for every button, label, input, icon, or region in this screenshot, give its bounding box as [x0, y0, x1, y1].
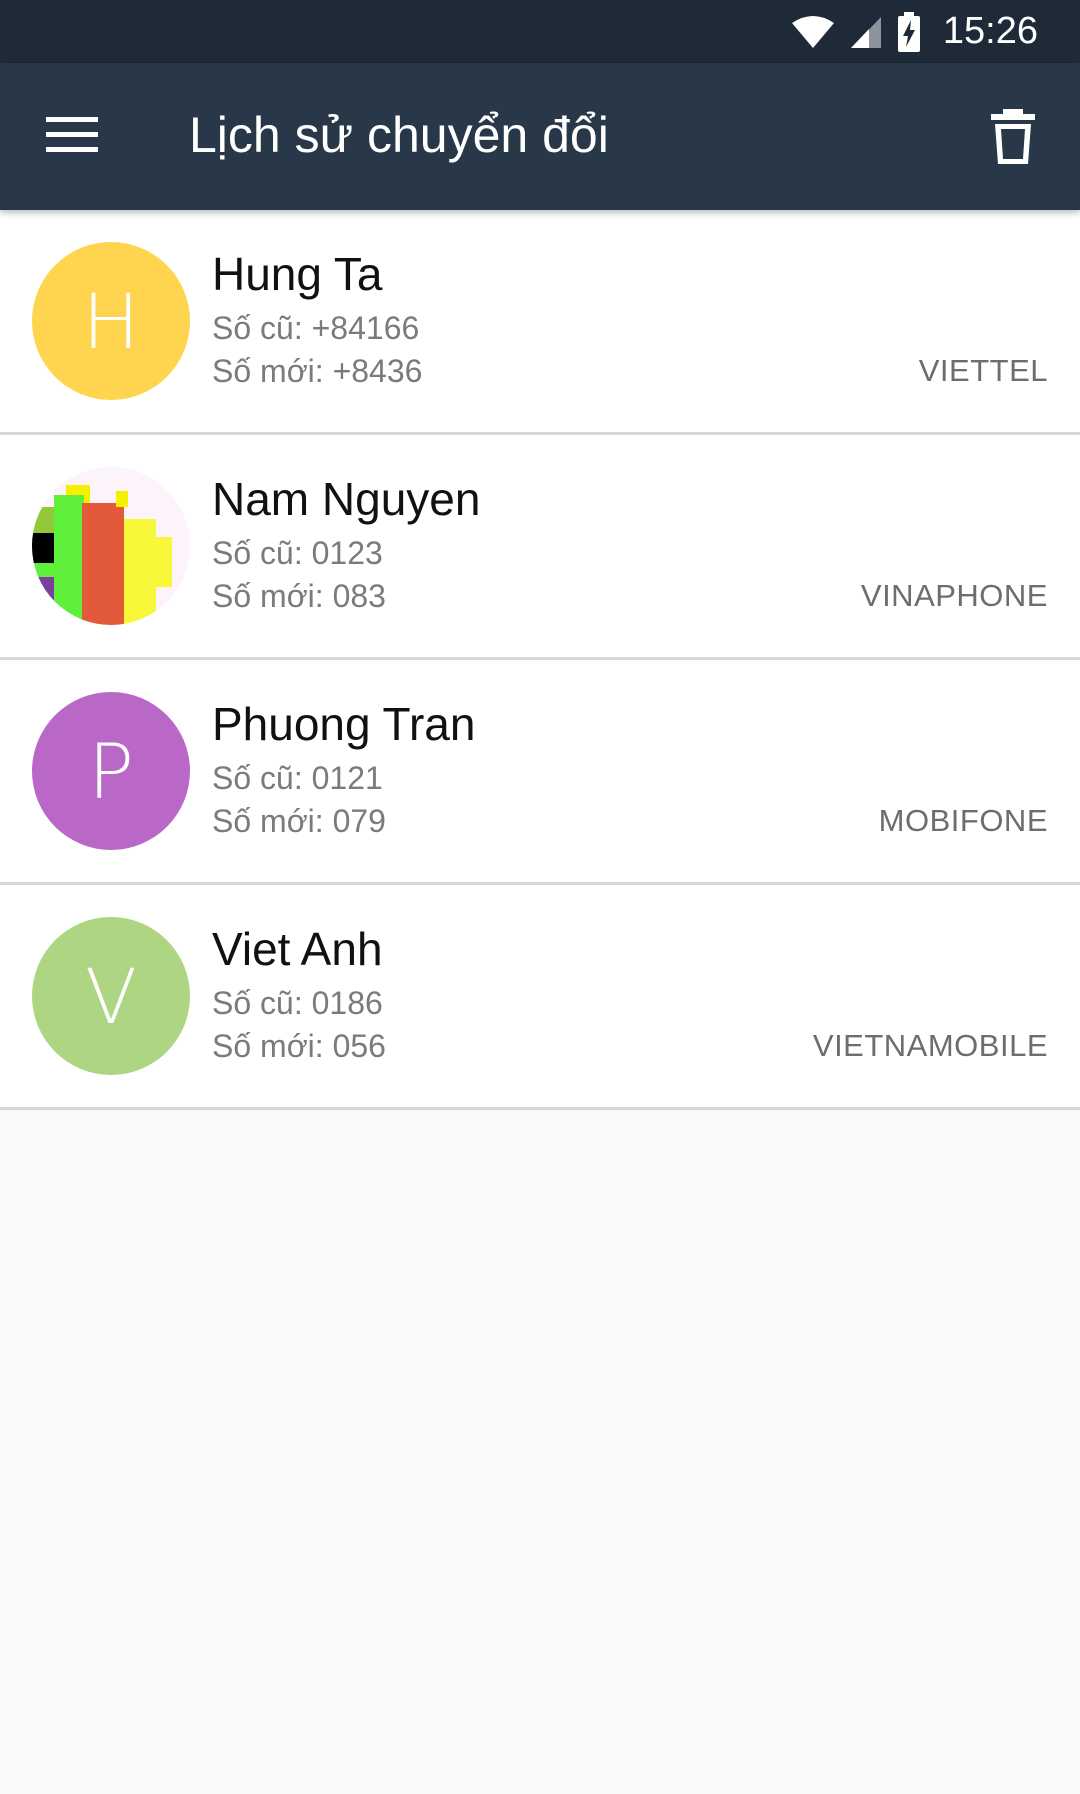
list-item[interactable]: H Hung Ta Số cũ: +84166 Số mới: +8436 VI…: [0, 210, 1080, 435]
carrier-label: MOBIFONE: [878, 803, 1048, 838]
avatar: H: [32, 242, 190, 400]
list-item[interactable]: Nam Nguyen Số cũ: 0123 Số mới: 083 VINAP…: [0, 435, 1080, 660]
conversion-history-list: H Hung Ta Số cũ: +84166 Số mới: +8436 VI…: [0, 210, 1080, 1110]
list-item[interactable]: V Viet Anh Số cũ: 0186 Số mới: 056 VIETN…: [0, 885, 1080, 1110]
new-number: Số mới: 079: [212, 803, 386, 839]
contact-name: Nam Nguyen: [212, 473, 481, 525]
contact-name: Phuong Tran: [212, 698, 476, 750]
status-time: 15:26: [942, 10, 1038, 52]
list-item[interactable]: P Phuong Tran Số cũ: 0121 Số mới: 079 MO…: [0, 660, 1080, 885]
battery-charging-icon: [897, 11, 921, 52]
carrier-label: VIETNAMOBILE: [812, 1028, 1048, 1063]
new-number: Số mới: 083: [212, 578, 386, 614]
contact-name: Viet Anh: [212, 923, 383, 975]
signal-icon: [849, 15, 883, 49]
avatar-initial: V: [85, 951, 137, 1041]
avatar: V: [32, 917, 190, 1075]
old-number: Số cũ: 0123: [212, 535, 383, 571]
avatar: P: [32, 692, 190, 850]
old-number: Số cũ: 0186: [212, 985, 383, 1021]
app-bar: Lịch sử chuyển đổi: [0, 63, 1080, 210]
wifi-icon: [791, 15, 835, 49]
hamburger-menu-icon[interactable]: [46, 113, 98, 157]
avatar-photo-image: [32, 467, 190, 625]
avatar-photo: [32, 467, 190, 625]
status-bar: 15:26: [0, 0, 1080, 63]
status-icons: 15:26: [791, 0, 1038, 63]
avatar-initial: H: [82, 276, 140, 366]
trash-icon[interactable]: [990, 109, 1036, 165]
avatar-initial: P: [88, 726, 134, 816]
carrier-label: VINAPHONE: [860, 578, 1048, 613]
old-number: Số cũ: 0121: [212, 760, 383, 796]
new-number: Số mới: +8436: [212, 353, 423, 389]
page-title: Lịch sử chuyển đổi: [189, 107, 609, 163]
carrier-label: VIETTEL: [918, 353, 1048, 388]
new-number: Số mới: 056: [212, 1028, 386, 1064]
old-number: Số cũ: +84166: [212, 310, 420, 346]
contact-name: Hung Ta: [212, 248, 383, 300]
